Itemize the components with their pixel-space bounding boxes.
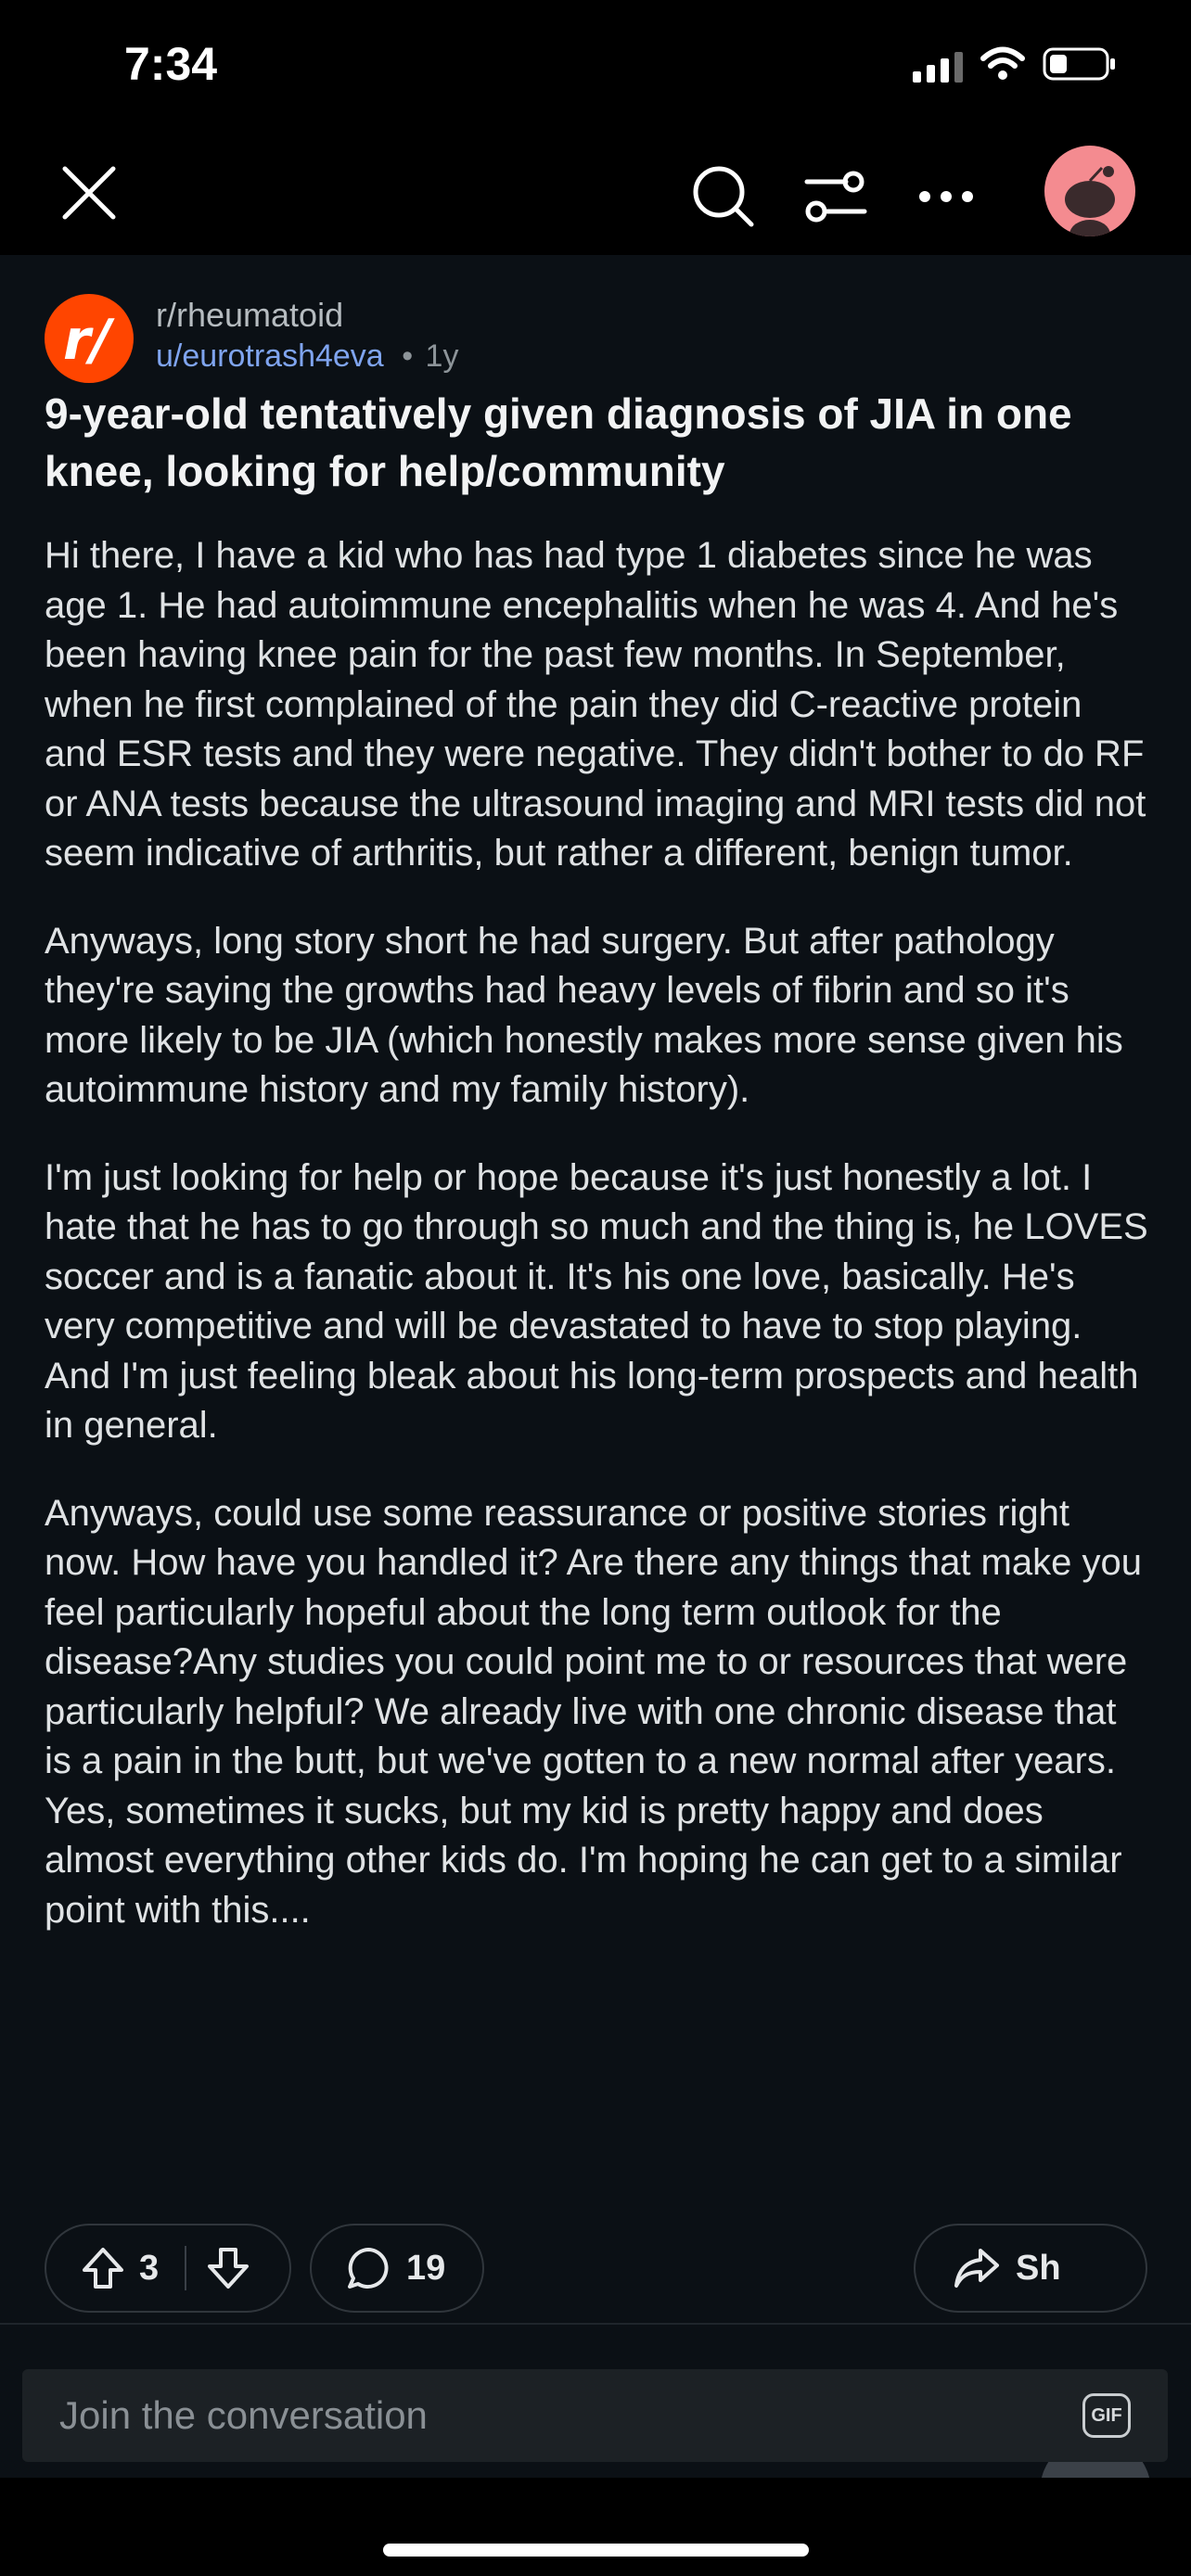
status-time: 7:34 — [124, 38, 218, 90]
home-indicator-area — [0, 2478, 1191, 2576]
status-bar: 7:34 — [0, 0, 1191, 139]
body-paragraph: Anyways, could use some reassurance or p… — [45, 1492, 1142, 1931]
post-age: 1y — [425, 338, 459, 374]
post-body: Hi there, I have a kid who has had type … — [45, 531, 1148, 1973]
comment-count: 19 — [406, 2248, 446, 2288]
post-title: 9-year-old tentatively given diagnosis o… — [45, 389, 1072, 495]
share-button[interactable]: Sh — [914, 2224, 1147, 2313]
search-icon[interactable] — [686, 159, 761, 234]
post-toolbar — [0, 139, 1191, 255]
more-icon[interactable] — [913, 159, 980, 234]
share-label: Sh — [1016, 2248, 1061, 2288]
comment-input[interactable]: Join the conversation GIF — [22, 2369, 1168, 2462]
wifi-icon — [980, 46, 1026, 86]
svg-text:r/: r/ — [63, 308, 116, 372]
body-paragraph: Anyways, long story short he had surgery… — [45, 920, 1123, 1111]
close-icon[interactable] — [56, 159, 122, 226]
comment-icon — [345, 2245, 391, 2291]
body-paragraph: Hi there, I have a kid who has had type … — [45, 535, 1146, 874]
author-link[interactable]: u/eurotrash4eva — [156, 338, 384, 374]
downvote-icon[interactable] — [205, 2245, 251, 2291]
body-paragraph: I'm just looking for help or hope becaus… — [45, 1156, 1148, 1447]
comments-button[interactable]: 19 — [310, 2224, 484, 2313]
meta-separator: • — [402, 338, 414, 374]
vote-count: 3 — [139, 2248, 160, 2288]
status-icons — [913, 46, 1117, 86]
battery-icon — [1043, 46, 1117, 86]
filter-icon[interactable] — [800, 159, 870, 234]
post-author-line: u/eurotrash4eva • 1y — [156, 338, 458, 375]
vote-control: 3 — [45, 2224, 291, 2313]
vote-divider — [185, 2246, 187, 2290]
signal-icon — [913, 51, 963, 83]
home-indicator[interactable] — [383, 2544, 809, 2557]
subreddit-icon[interactable]: r/ — [45, 294, 134, 383]
upvote-icon[interactable] — [80, 2245, 126, 2291]
comment-input-placeholder: Join the conversation — [59, 2393, 428, 2437]
comment-composer: Join the conversation GIF — [0, 2323, 1191, 2462]
post-detail: r/ r/rheumatoid u/eurotrash4eva • 1y 9-y… — [0, 255, 1191, 2547]
share-icon — [953, 2245, 1001, 2291]
user-avatar[interactable] — [1044, 146, 1135, 236]
gif-button[interactable]: GIF — [1082, 2393, 1131, 2438]
subreddit-name[interactable]: r/rheumatoid — [156, 296, 343, 335]
